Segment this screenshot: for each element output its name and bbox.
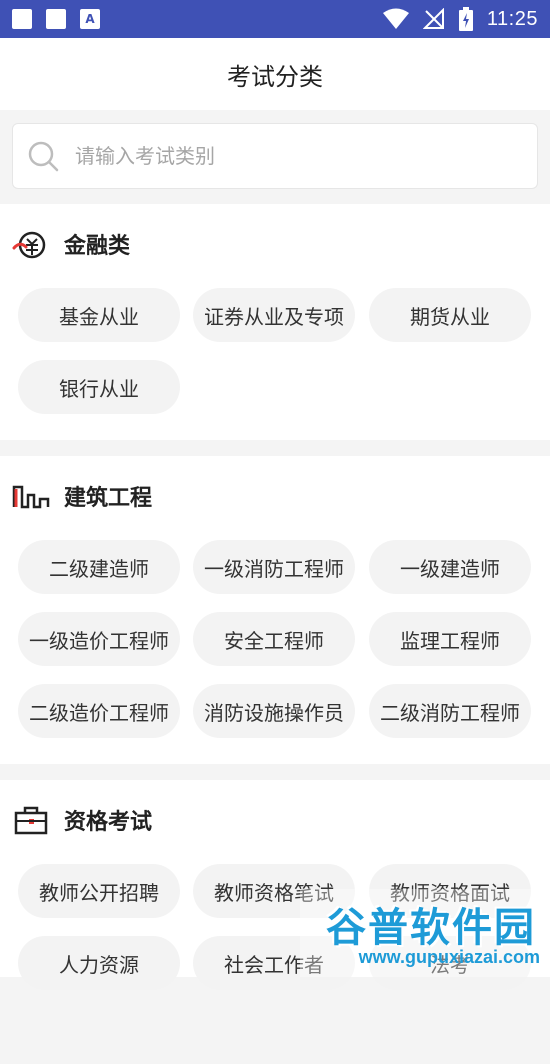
- section-header: 资格考试: [0, 780, 550, 860]
- exam-chip[interactable]: 教师公开招聘: [18, 864, 180, 918]
- exam-chip[interactable]: 一级造价工程师: [18, 612, 180, 666]
- exam-chip[interactable]: 基金从业: [18, 288, 180, 342]
- watermark: 谷普软件园 www.gupuxiazai.com: [300, 889, 550, 977]
- section-title: 资格考试: [64, 810, 153, 835]
- exam-chip[interactable]: 二级消防工程师: [369, 684, 531, 738]
- notification-icon: [46, 9, 66, 29]
- section-finance: 金融类 基金从业 证券从业及专项 期货从业 银行从业: [0, 204, 550, 440]
- exam-chip[interactable]: 期货从业: [369, 288, 531, 342]
- exam-chip[interactable]: 二级造价工程师: [18, 684, 180, 738]
- exam-chip[interactable]: 一级建造师: [369, 540, 531, 594]
- briefcase-icon: [12, 801, 50, 839]
- no-signal-icon: [422, 8, 444, 29]
- section-header: 金融类: [0, 204, 550, 284]
- status-time: 11:25: [486, 7, 538, 30]
- construction-icon: [12, 477, 50, 515]
- exam-chip[interactable]: 消防设施操作员: [193, 684, 355, 738]
- status-bar: A 11:25: [0, 0, 550, 38]
- exam-chip[interactable]: 监理工程师: [369, 612, 531, 666]
- exam-chip[interactable]: 一级消防工程师: [193, 540, 355, 594]
- watermark-url: www.gupuxiazai.com: [358, 947, 540, 967]
- search-area: [0, 110, 550, 202]
- search-icon: [28, 141, 59, 172]
- watermark-text: 谷普软件园: [326, 905, 536, 951]
- page-title: 考试分类: [227, 62, 323, 91]
- accessibility-icon: A: [80, 9, 100, 29]
- section-title: 建筑工程: [64, 486, 153, 511]
- section-header: 建筑工程: [0, 456, 550, 536]
- wifi-icon: [382, 8, 409, 29]
- section-construction: 建筑工程 二级建造师 一级消防工程师 一级建造师 一级造价工程师 安全工程师 监…: [0, 456, 550, 764]
- header: 考试分类: [0, 38, 550, 110]
- search-box[interactable]: [12, 123, 538, 189]
- exam-chip[interactable]: 安全工程师: [193, 612, 355, 666]
- finance-coin-icon: [12, 225, 50, 263]
- section-title: 金融类: [64, 234, 131, 259]
- battery-charging-icon: [458, 7, 473, 31]
- exam-chip[interactable]: 人力资源: [18, 936, 180, 990]
- notification-icon: [12, 9, 32, 29]
- exam-chip[interactable]: 证券从业及专项: [193, 288, 355, 342]
- search-input[interactable]: [73, 143, 477, 169]
- exam-chip[interactable]: 二级建造师: [18, 540, 180, 594]
- exam-chip[interactable]: 银行从业: [18, 360, 180, 414]
